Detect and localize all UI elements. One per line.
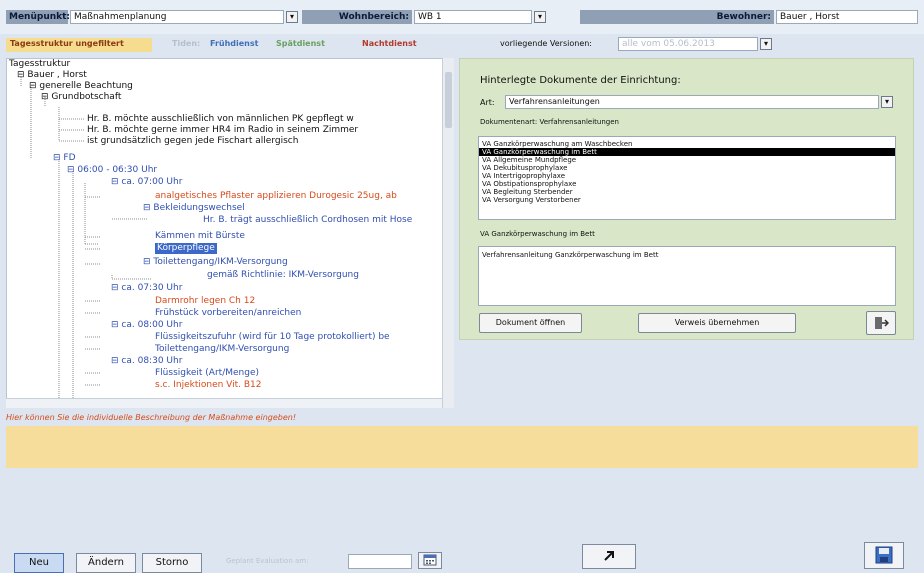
- filter-tagesstruktur[interactable]: Tagesstruktur ungefiltert: [6, 38, 152, 52]
- tree-node[interactable]: ⊟ Grundbotschaft: [41, 92, 121, 103]
- tree-node[interactable]: ⊟ Toilettengang/IKM-Versorgung: [143, 257, 288, 268]
- area-label: Wohnbereich:: [302, 10, 412, 24]
- list-item[interactable]: VA Begleitung Sterbender: [479, 188, 895, 196]
- tree-node[interactable]: ⊟ FD: [53, 153, 76, 164]
- calendar-button[interactable]: [418, 552, 442, 569]
- list-item[interactable]: VA Ganzkörperwaschung am Waschbecken: [479, 140, 895, 148]
- list-item[interactable]: VA Intertrigoprophylaxe: [479, 172, 895, 180]
- tree-node[interactable]: Darmrohr legen Ch 12: [155, 296, 255, 307]
- tree-node[interactable]: analgetisches Pflaster applizieren Durog…: [155, 191, 397, 202]
- scroll-thumb[interactable]: [445, 72, 452, 128]
- expand-toggle-icon[interactable]: ⊟: [111, 320, 119, 330]
- exit-button[interactable]: [866, 311, 896, 335]
- evaluation-date-field[interactable]: [348, 554, 412, 569]
- filter-fruehdienst[interactable]: Frühdienst: [210, 38, 258, 52]
- evaluation-label: Geplant Evaluation am:: [226, 557, 309, 565]
- area-select[interactable]: WB 1: [414, 10, 532, 24]
- versions-select[interactable]: alle vom 05.06.2013: [618, 37, 758, 51]
- expand-toggle-icon[interactable]: ⊟: [17, 70, 25, 80]
- tree-node[interactable]: Kämmen mit Bürste: [155, 231, 245, 242]
- chevron-down-icon[interactable]: ▾: [286, 11, 298, 23]
- art-label: Art:: [480, 98, 495, 107]
- tree-scrollbar-vertical[interactable]: [442, 58, 454, 408]
- apply-reference-button[interactable]: Verweis übernehmen: [638, 313, 796, 333]
- calendar-icon: [423, 554, 437, 566]
- menu-label: Menüpunkt:: [6, 10, 70, 24]
- menu-select[interactable]: Maßnahmenplanung: [70, 10, 284, 24]
- expand-toggle-icon[interactable]: ⊟: [111, 177, 119, 187]
- save-button[interactable]: [864, 542, 904, 569]
- cancel-button[interactable]: Storno: [142, 553, 202, 573]
- open-document-button[interactable]: Dokument öffnen: [479, 313, 582, 333]
- tree-node[interactable]: ⊟ ca. 07:30 Uhr: [111, 283, 182, 294]
- tree-node[interactable]: Frühstück vorbereiten/anreichen: [155, 308, 301, 319]
- expand-toggle-icon[interactable]: ⊟: [111, 356, 119, 366]
- tree-node[interactable]: Tagesstruktur: [9, 59, 70, 70]
- filter-tiden: Tiden:: [172, 39, 201, 48]
- navigate-button[interactable]: [582, 544, 636, 569]
- expand-toggle-icon[interactable]: ⊟: [53, 153, 61, 163]
- panel-title: Hinterlegte Dokumente der Einrichtung:: [480, 75, 681, 86]
- save-disk-icon: [875, 546, 893, 564]
- tree-node[interactable]: Flüssigkeitszufuhr (wird für 10 Tage pro…: [155, 332, 390, 343]
- doc-detail-text: Verfahrensanleitung Ganzkörperwaschung i…: [478, 246, 896, 306]
- tree-node[interactable]: Flüssigkeit (Art/Menge): [155, 368, 259, 379]
- tree-node[interactable]: s.c. Injektionen Vit. B12: [155, 380, 262, 391]
- tree-node[interactable]: Hr. B. möchte ausschließlich von männlic…: [87, 114, 354, 125]
- tree-node[interactable]: Hr. B. möchte gerne immer HR4 im Radio i…: [87, 125, 358, 136]
- description-label: Hier können Sie die individuelle Beschre…: [6, 413, 297, 422]
- tree-node-selected[interactable]: Körperpflege: [155, 243, 217, 254]
- list-item-selected[interactable]: VA Ganzkörperwaschung im Bett: [479, 148, 895, 156]
- versions-label: vorliegende Versionen:: [500, 39, 593, 48]
- expand-toggle-icon[interactable]: ⊟: [111, 283, 119, 293]
- filter-nachtdienst[interactable]: Nachtdienst: [362, 38, 417, 52]
- list-item[interactable]: VA Dekubitusprophylaxe: [479, 164, 895, 172]
- documents-list[interactable]: VA Ganzkörperwaschung am Waschbecken VA …: [478, 136, 896, 220]
- chevron-down-icon[interactable]: ▾: [881, 96, 893, 108]
- expand-toggle-icon[interactable]: ⊟: [67, 165, 75, 175]
- resident-label: Bewohner:: [580, 10, 774, 24]
- tree-node[interactable]: ⊟ Bekleidungswechsel: [143, 203, 245, 214]
- list-item[interactable]: VA Versorgung Verstorbener: [479, 196, 895, 204]
- tree-node[interactable]: ⊟ 06:00 - 06:30 Uhr: [67, 165, 157, 176]
- tree-node[interactable]: Hr. B. trägt ausschließlich Cordhosen mi…: [203, 215, 412, 226]
- selected-doc-title: VA Ganzkörperwaschung im Bett: [480, 230, 595, 238]
- description-input[interactable]: [6, 426, 918, 468]
- expand-toggle-icon[interactable]: ⊟: [41, 92, 49, 102]
- tree-view[interactable]: Tagesstruktur ⊟ Bauer , Horst ⊟ generell…: [6, 58, 454, 408]
- expand-toggle-icon[interactable]: ⊟: [143, 257, 151, 267]
- change-button[interactable]: Ändern: [76, 553, 136, 573]
- art-select[interactable]: Verfahrensanleitungen: [505, 95, 879, 109]
- filter-spaetdienst[interactable]: Spätdienst: [276, 38, 325, 52]
- expand-toggle-icon[interactable]: ⊟: [29, 81, 37, 91]
- tree-node[interactable]: ⊟ generelle Beachtung: [29, 81, 133, 92]
- arrow-up-right-icon: [604, 551, 614, 561]
- tree-node[interactable]: gemäß Richtlinie: IKM-Versorgung: [207, 270, 359, 281]
- tree-scrollbar-horizontal[interactable]: [6, 398, 442, 408]
- tree-node[interactable]: ⊟ ca. 07:00 Uhr: [111, 177, 182, 188]
- tree-node[interactable]: ⊟ Bauer , Horst: [17, 70, 87, 81]
- tree-node[interactable]: ⊟ ca. 08:30 Uhr: [111, 356, 182, 367]
- tree-node[interactable]: Toilettengang/IKM-Versorgung: [155, 344, 289, 355]
- list-item[interactable]: VA Allgemeine Mundpflege: [479, 156, 895, 164]
- list-item[interactable]: VA Obstipationsprophylaxe: [479, 180, 895, 188]
- docs-label: Dokumentenart: Verfahrensanleitungen: [480, 118, 619, 126]
- chevron-down-icon[interactable]: ▾: [534, 11, 546, 23]
- resident-field[interactable]: Bauer , Horst: [776, 10, 918, 24]
- expand-toggle-icon[interactable]: ⊟: [143, 203, 151, 213]
- chevron-down-icon[interactable]: ▾: [760, 38, 772, 50]
- tree-node[interactable]: ist grundsätzlich gegen jede Fischart al…: [87, 136, 298, 147]
- new-button[interactable]: Neu: [14, 553, 64, 573]
- door-exit-icon: [875, 316, 890, 329]
- tree-node[interactable]: ⊟ ca. 08:00 Uhr: [111, 320, 182, 331]
